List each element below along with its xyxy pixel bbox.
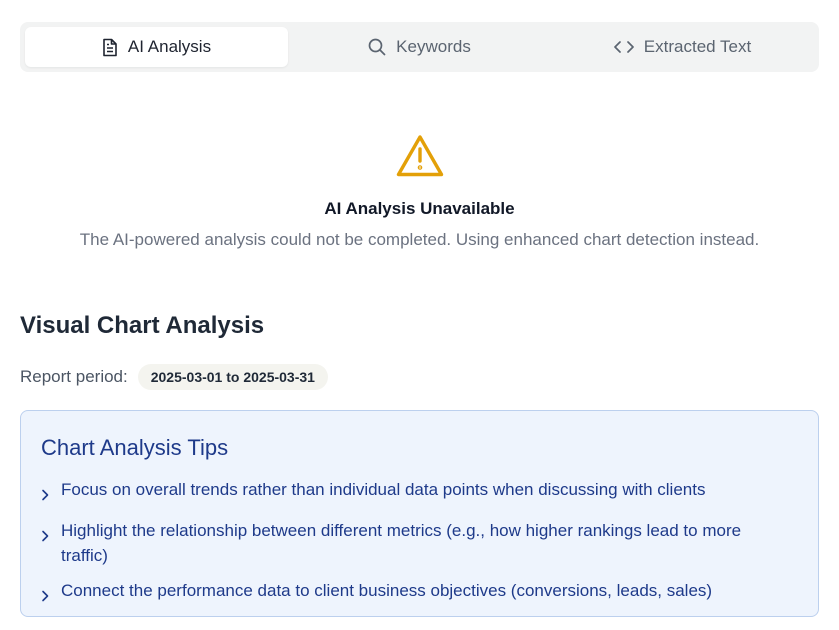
- warning-message: The AI-powered analysis could not be com…: [79, 230, 760, 249]
- list-item: Focus on overall trends rather than indi…: [41, 477, 798, 508]
- chevron-right-icon: [41, 578, 49, 609]
- document-icon: [102, 38, 118, 57]
- analysis-unavailable-notice: AI Analysis Unavailable The AI-powered a…: [0, 134, 839, 250]
- tab-bar: AI Analysis Keywords Extracted Text: [20, 22, 819, 72]
- analysis-panel: AI Analysis Keywords Extracted Text AI A…: [0, 0, 839, 630]
- tab-ai-analysis[interactable]: AI Analysis: [25, 27, 288, 67]
- report-period: Report period: 2025-03-01 to 2025-03-31: [20, 364, 328, 390]
- warning-triangle-icon: [396, 134, 444, 183]
- tab-label: AI Analysis: [127, 37, 212, 56]
- tip-text: Connect the performance data to client b…: [61, 581, 713, 600]
- tab-extracted-text[interactable]: Extracted Text: [551, 27, 814, 67]
- search-icon: [368, 38, 386, 56]
- tab-label: Extracted Text: [643, 37, 752, 56]
- tip-text: Focus on overall trends rather than indi…: [61, 480, 706, 499]
- code-icon: [613, 40, 634, 54]
- tab-label: Keywords: [396, 37, 471, 56]
- chevron-right-icon: [41, 477, 49, 508]
- report-period-badge: 2025-03-01 to 2025-03-31: [137, 364, 328, 390]
- list-item: Connect the performance data to client b…: [41, 578, 798, 609]
- tab-keywords[interactable]: Keywords: [288, 27, 551, 67]
- chart-tips-box: Chart Analysis Tips Focus on overall tre…: [20, 410, 819, 617]
- tips-list: Focus on overall trends rather than indi…: [41, 477, 798, 609]
- section-title: Visual Chart Analysis: [20, 312, 265, 339]
- warning-title: AI Analysis Unavailable: [324, 199, 515, 218]
- chevron-right-icon: [41, 518, 49, 549]
- report-period-label: Report period:: [20, 367, 128, 386]
- list-item: Highlight the relationship between diffe…: [41, 518, 798, 568]
- tip-text: Highlight the relationship between diffe…: [61, 521, 742, 565]
- tips-title: Chart Analysis Tips: [41, 435, 229, 460]
